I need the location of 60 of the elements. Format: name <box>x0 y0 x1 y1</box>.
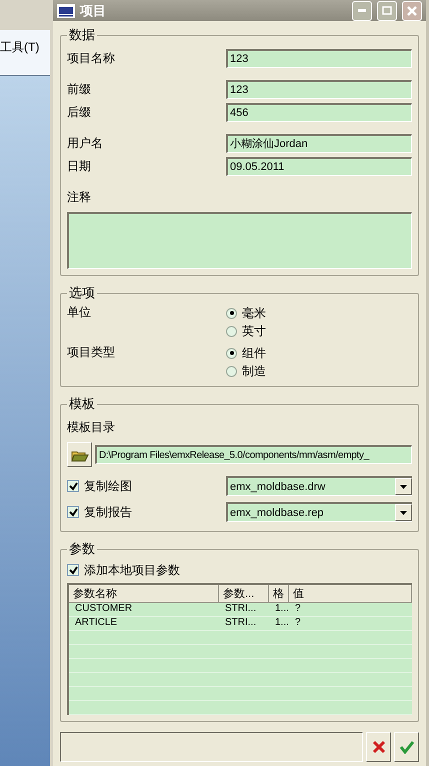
notes-field[interactable] <box>67 212 412 269</box>
field-label: 单位 <box>67 304 92 321</box>
checkbox-label: 复制绘图 <box>84 478 132 494</box>
ok-button[interactable] <box>394 732 419 762</box>
group-title: 选项 <box>68 284 96 302</box>
radio-button[interactable] <box>226 326 237 336</box>
radio-button[interactable] <box>226 348 237 358</box>
app-logo-icon <box>57 4 75 18</box>
checkbox[interactable] <box>67 564 79 576</box>
table-cell-text: STRI... <box>224 603 258 616</box>
radio-button[interactable] <box>226 366 237 376</box>
table-cell-text: CUSTOMER <box>74 603 134 616</box>
dropdown[interactable]: emx_moldbase.drw <box>226 476 412 496</box>
column-header[interactable]: 格 <box>269 585 289 603</box>
radio-button[interactable] <box>226 308 237 318</box>
field-label: 注释 <box>67 188 92 206</box>
table-cell-text: ARTICLE <box>74 617 118 630</box>
check-icon <box>398 740 414 754</box>
table-cell-text: 1... <box>274 617 289 630</box>
text-field[interactable]: 小糊涂仙Jordan <box>226 134 412 152</box>
table-cell-text: ? <box>294 617 302 630</box>
close-icon <box>406 4 418 16</box>
checkbox[interactable] <box>67 480 79 492</box>
column-header[interactable]: 值 <box>289 585 412 603</box>
column-header[interactable]: 参数... <box>219 585 269 603</box>
dropdown[interactable]: emx_moldbase.rep <box>226 502 412 522</box>
field-label: 项目名称 <box>67 50 116 66</box>
table-cell-text: 1... <box>274 603 289 616</box>
radio-label: 制造 <box>242 362 266 380</box>
field-label: 前缀 <box>67 80 92 98</box>
path-field[interactable]: D:\Program Files\emxRelease_5.0/components/mm/asm/empty_ <box>95 445 412 464</box>
field-label: 用户名 <box>67 134 104 152</box>
background-title-bar <box>0 0 50 30</box>
column-header[interactable]: 参数名称 <box>69 585 219 603</box>
group-title: 数据 <box>68 26 96 44</box>
cross-icon <box>372 740 386 754</box>
menu-item[interactable]: 工具(T) <box>0 40 40 54</box>
text-field[interactable]: 123 <box>226 80 412 98</box>
radio-label: 英寸 <box>242 322 266 340</box>
field-label: 项目类型 <box>67 344 116 361</box>
maximize-icon <box>382 6 392 15</box>
field-label: 模板目录 <box>67 418 116 436</box>
checkbox-label: 复制报告 <box>84 504 132 520</box>
field-label: 后缀 <box>67 104 92 120</box>
text-field[interactable]: 456 <box>226 102 412 122</box>
table-cell-text: STRI... <box>224 617 258 630</box>
open-folder-button[interactable] <box>67 442 92 467</box>
window-title: 项目 <box>80 2 107 20</box>
group-title: 模板 <box>68 395 96 413</box>
table-cell-text: ? <box>294 603 302 616</box>
group-title: 参数 <box>68 540 96 558</box>
text-field[interactable]: 123 <box>226 48 412 68</box>
text-field[interactable]: 09.05.2011 <box>226 156 412 176</box>
minimize-icon <box>358 9 366 12</box>
checkbox-label: 添加本地项目参数 <box>84 562 180 578</box>
cancel-button[interactable] <box>366 732 391 762</box>
field-label: 日期 <box>67 158 92 174</box>
checkbox[interactable] <box>67 506 79 518</box>
radio-label: 组件 <box>242 344 266 362</box>
radio-label: 毫米 <box>242 304 266 322</box>
